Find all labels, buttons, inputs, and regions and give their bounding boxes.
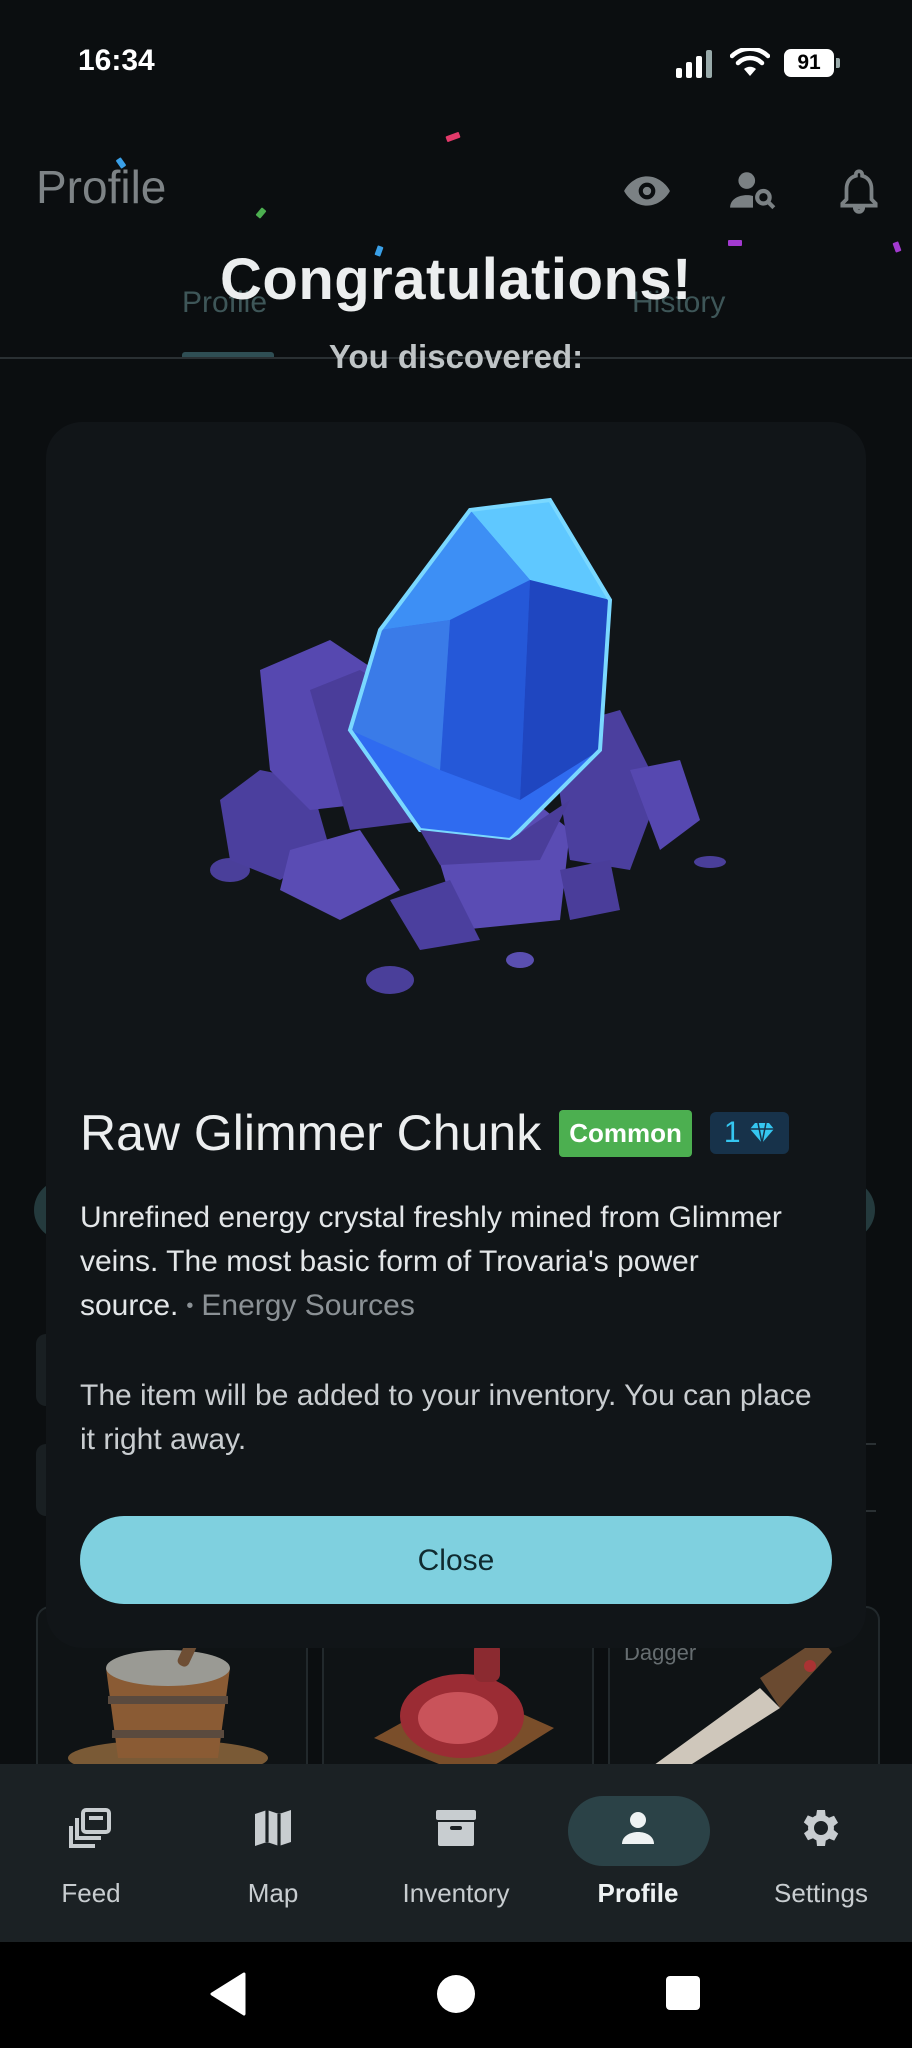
person-icon (622, 1812, 654, 1844)
eye-icon[interactable] (622, 166, 672, 216)
map-icon (255, 1810, 291, 1846)
discovered-subheading: You discovered: (328, 338, 584, 375)
nav-label: Settings (774, 1878, 868, 1908)
value-badge: 1 (709, 1112, 789, 1154)
inventory-icon (436, 1810, 476, 1846)
rarity-badge: Common (559, 1109, 692, 1157)
crystal-item-image (210, 497, 726, 994)
item-category: Energy Sources (201, 1289, 415, 1322)
nav-item-profile[interactable]: Profile (547, 1764, 729, 1942)
item-description-block: Unrefined energy crystal freshly mined f… (80, 1196, 820, 1328)
home-icon[interactable] (434, 1972, 478, 2016)
nav-item-map[interactable]: Map (182, 1764, 364, 1942)
back-icon[interactable] (208, 1972, 248, 2016)
nav-label: Profile (597, 1878, 679, 1908)
nav-item-inventory[interactable]: Inventory (365, 1764, 547, 1942)
feed-icon (69, 1808, 111, 1848)
inventory-note: The item will be added to your inventory… (80, 1379, 812, 1456)
page-title: Profile (36, 161, 167, 213)
item-title-row: Raw Glimmer Chunk Common 1 (80, 1104, 789, 1162)
nav-label: Feed (61, 1878, 121, 1908)
header-actions (622, 166, 884, 216)
nav-item-feed[interactable]: Feed (0, 1764, 182, 1942)
diamond-icon (749, 1122, 774, 1144)
item-name: Raw Glimmer Chunk (80, 1105, 542, 1161)
recents-icon[interactable] (664, 1974, 702, 2012)
system-nav-bar (0, 1942, 912, 2048)
nav-label: Map (247, 1878, 299, 1908)
separator-dot: • (186, 1295, 194, 1317)
search-user-icon[interactable] (728, 166, 778, 216)
nav-label: Inventory (402, 1878, 510, 1908)
gear-icon (803, 1810, 839, 1846)
bell-icon[interactable] (834, 166, 884, 216)
value-amount: 1 (723, 1116, 741, 1149)
congratulations-heading: Congratulations! (220, 247, 692, 312)
close-button[interactable]: Close (80, 1516, 832, 1604)
nav-item-settings[interactable]: Settings (730, 1764, 912, 1942)
